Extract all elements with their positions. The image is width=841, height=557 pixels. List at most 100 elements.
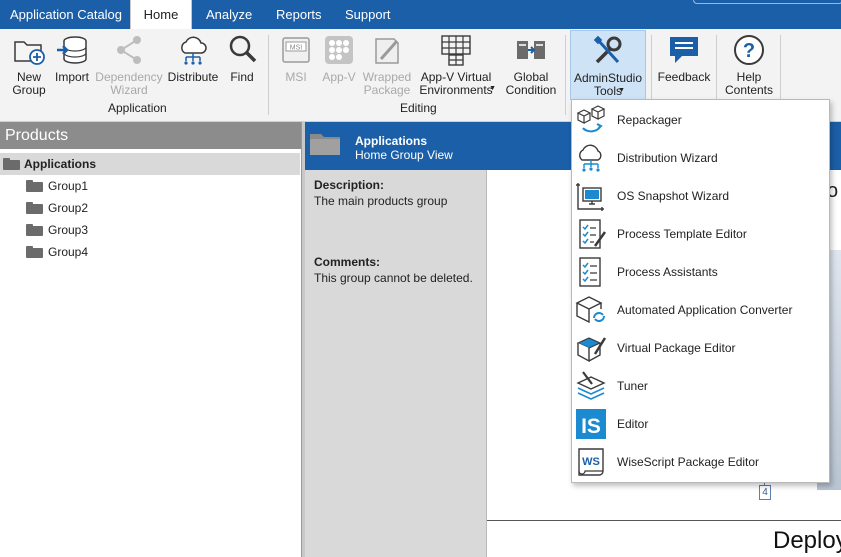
tab-support[interactable]: Support [335,0,401,29]
feedback-button[interactable]: Feedback [656,33,712,84]
tree-item-label: Group4 [48,245,89,259]
tree-item-label: Group3 [48,223,89,237]
dropdown-caret-icon: ▼ [618,87,625,94]
database-import-icon [57,36,87,64]
cloud-distribution-icon [579,144,602,172]
dropdown-caret-icon: ▼ [489,85,496,92]
wrench-screwdriver-icon [593,35,622,64]
tab-home[interactable]: Home [130,0,192,29]
box-pen-icon [576,337,607,363]
tab-analyze[interactable]: Analyze [196,0,262,29]
products-header: Products [0,122,301,149]
help-contents-button[interactable]: ? Help Contents [722,33,776,97]
import-label: Import [54,70,89,84]
step-number-badge: 4 [759,485,771,500]
magnifier-icon [229,35,257,63]
menu-item-automated-application-converter[interactable]: Automated Application Converter [572,291,829,329]
speech-bubble-icon [670,37,698,63]
tree-item-applications[interactable]: Applications [0,153,300,175]
menu-item-process-assistants[interactable]: Process Assistants [572,253,829,291]
svg-text:MSI: MSI [290,45,303,52]
tree-item-label: Applications [24,157,97,171]
folder-icon [3,158,20,170]
folder-icon [26,224,43,236]
group-separator [565,35,566,115]
distribute-button[interactable]: Distribute [166,33,220,84]
group-view-title: Applications [355,134,428,148]
tree-item-label: Group2 [48,201,89,215]
grid-environments-icon [441,35,471,66]
svg-text:WS: WS [582,456,600,468]
global-condition-label: Global Condition [505,70,557,97]
new-group-label: New Group [12,70,46,97]
folder-icon [310,134,340,155]
comments-value: This group cannot be deleted. [314,271,473,285]
find-button[interactable]: Find [226,33,258,84]
appv-button[interactable]: App-V [320,33,358,84]
group-view-subtitle: Home Group View [355,148,453,162]
svg-text:IS: IS [581,415,601,438]
menu-item-tuner[interactable]: Tuner [572,367,829,405]
diagram-section-title: Deploy [773,527,841,554]
menu-item-label: WiseScript Package Editor [617,455,760,469]
tree-item-group1[interactable]: Group1 [0,175,300,197]
share-nodes-icon [117,36,141,64]
menu-item-label: Tuner [617,379,648,393]
tab-reports[interactable]: Reports [266,0,332,29]
divider [487,520,841,521]
appv-label: App-V [322,70,356,84]
new-group-button[interactable]: New Group [10,33,48,97]
comments-label: Comments: [314,255,381,269]
find-label: Find [230,70,254,84]
menu-item-distribution-wizard[interactable]: Distribution Wizard [572,139,829,177]
wisescript-icon: WS [578,448,604,476]
editing-group-label: Editing [400,101,437,115]
folder-icon [26,246,43,258]
group-separator [268,35,269,115]
global-condition-button[interactable]: Global Condition [502,33,560,97]
import-button[interactable]: Import [52,33,92,84]
description-label: Description: [314,178,385,192]
msi-button[interactable]: MSI MSI [278,33,314,84]
menu-item-label: Process Assistants [617,265,718,279]
tree-item-group4[interactable]: Group4 [0,241,300,263]
menu-item-label: Distribution Wizard [617,151,718,165]
menu-item-label: OS Snapshot Wizard [617,189,730,203]
folder-icon [26,202,43,214]
wrapped-package-icon [375,38,399,64]
cloud-distribute-icon [181,36,207,65]
dependency-wizard-label: Dependency Wizard [95,70,163,97]
menu-item-os-snapshot-wizard[interactable]: OS Snapshot Wizard [572,177,829,215]
menu-item-editor[interactable]: IS Editor [572,405,829,443]
menu-item-repackager[interactable]: Repackager [572,101,829,139]
msi-package-icon: MSI [282,37,310,63]
menu-item-virtual-package-editor[interactable]: Virtual Package Editor [572,329,829,367]
adminstudio-tools-label: AdminStudio Tools [573,71,643,98]
tree-item-group2[interactable]: Group2 [0,197,300,219]
folder-add-icon [14,41,45,65]
adminstudio-tools-button[interactable]: AdminStudio Tools ▼ [570,30,646,100]
menu-item-label: Automated Application Converter [617,303,793,317]
dependency-wizard-button[interactable]: Dependency Wizard [95,33,163,97]
menu-item-label: Process Template Editor [617,227,747,241]
checklist-pen-icon [579,219,607,249]
group-info-column: Description: The main products group Com… [305,170,486,557]
appv-virtual-environments-button[interactable]: App-V Virtual Environments ▼ [414,33,498,97]
application-group-label: Application [108,101,167,115]
tab-application-catalog[interactable]: Application Catalog [0,0,132,29]
menu-item-label: Virtual Package Editor [617,341,736,355]
checklist-icon [579,257,601,287]
search-box-edge[interactable] [693,0,841,4]
menu-item-label: Repackager [617,113,682,127]
menu-item-label: Editor [617,417,649,431]
menu-item-process-template-editor[interactable]: Process Template Editor [572,215,829,253]
wrapped-package-button[interactable]: Wrapped Package [360,33,414,97]
repackager-icon [576,105,606,133]
folder-icon [26,180,43,192]
tree-item-label: Group1 [48,179,89,193]
tree-item-group3[interactable]: Group3 [0,219,300,241]
ribbon-tab-bar: Application Catalog Home Analyze Reports… [0,0,841,29]
menu-item-wisescript-package-editor[interactable]: WS WiseScript Package Editor [572,443,829,481]
wrapped-package-label: Wrapped Package [362,70,412,97]
products-panel: Products Applications Group1 Group2 Grou… [0,122,302,557]
